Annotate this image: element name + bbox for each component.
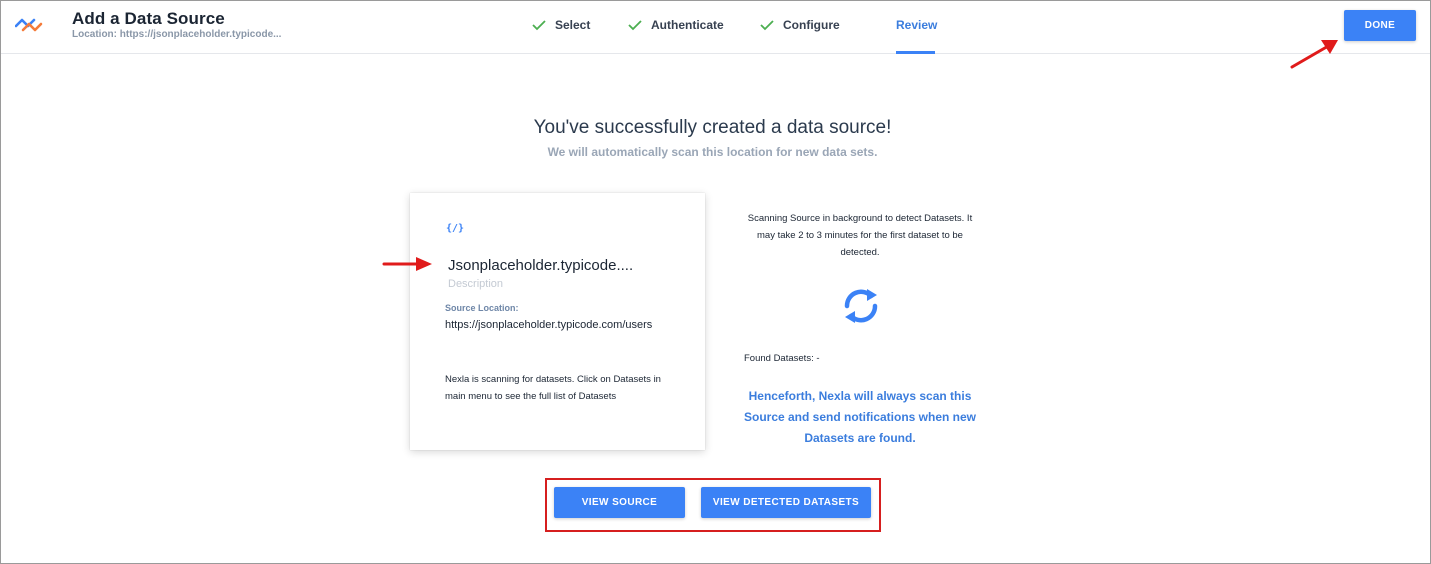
success-title: You've successfully created a data sourc… [533,117,892,138]
found-datasets: Found Datasets: - [744,353,820,364]
refresh-icon [844,289,878,323]
source-location-label: Source Location: [445,303,519,313]
header: Add a Data Source Location: https://json… [1,1,1430,54]
location-subtitle: Location: https://jsonplaceholder.typico… [72,29,282,40]
scan-note: Nexla is scanning for datasets. Click on… [445,374,661,402]
code-icon: {/} [446,223,465,234]
step-label: Select [555,18,591,32]
check-icon [628,20,642,31]
step-label: Configure [783,18,840,32]
active-step-indicator [896,51,935,54]
check-icon [760,20,774,31]
scanning-message: Scanning Source in background to detect … [747,213,973,258]
annotation-arrow-icon [382,257,432,271]
step-select[interactable]: Select [532,18,590,32]
success-subtitle: We will automatically scan this location… [547,145,878,159]
view-detected-datasets-button[interactable]: VIEW DETECTED DATASETS [701,487,871,518]
data-source-card[interactable]: {/} Jsonplaceholder.typicode.... Descrip… [410,193,705,450]
nexla-logo-icon[interactable] [15,15,43,35]
step-review[interactable]: Review [896,18,937,32]
done-button[interactable]: DONE [1344,10,1416,41]
step-configure[interactable]: Configure [760,18,840,32]
henceforth-message: Henceforth, Nexla will always scan this … [743,389,977,445]
description-placeholder[interactable]: Description [448,278,503,290]
step-authenticate[interactable]: Authenticate [628,18,724,32]
step-label: Authenticate [651,18,724,32]
page-title: Add a Data Source [72,9,225,28]
view-source-button[interactable]: VIEW SOURCE [554,487,685,518]
annotation-arrow-icon [1290,40,1338,69]
source-name: Jsonplaceholder.typicode.... [448,257,634,274]
check-icon [532,20,546,31]
source-location-value: https://jsonplaceholder.typicode.com/use… [445,319,653,331]
